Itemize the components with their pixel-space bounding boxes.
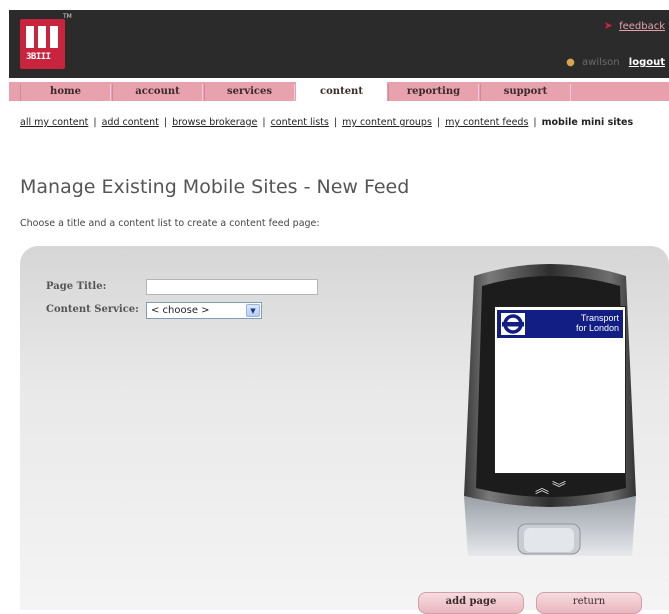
page-title-input[interactable] <box>146 279 318 295</box>
arrow-right-icon: ➤ <box>603 19 613 32</box>
tfl-banner: Transport for London <box>497 310 623 338</box>
subnav-separator: | <box>93 117 97 128</box>
content-service-label: Content Service: <box>46 304 139 315</box>
feed-form-panel: Page Title: Content Service: < choose > … <box>20 246 669 610</box>
chevron-up-icon: ︽ <box>535 481 552 497</box>
header-bar: TM 3BIII ➤ feedback ● awilson logout <box>9 10 669 78</box>
subnav-my-content-feeds[interactable]: my content feeds <box>445 117 528 128</box>
subnav-browse-brokerage[interactable]: browse brokerage <box>172 117 257 128</box>
user-info: ● awilson logout <box>566 57 665 68</box>
tfl-brand-line1: Transport <box>580 313 619 323</box>
subnav-all-my-content[interactable]: all my content <box>20 117 88 128</box>
phone-nav-arrows: ︽︾ <box>532 478 572 497</box>
tab-home[interactable]: home <box>20 84 111 101</box>
main-tab-bar: home account services content reporting … <box>9 82 669 101</box>
subnav-my-content-groups[interactable]: my content groups <box>342 117 432 128</box>
logo-bar <box>38 26 46 48</box>
feedback-link-group: ➤ feedback <box>604 19 665 32</box>
feedback-link[interactable]: feedback <box>619 21 665 32</box>
tfl-brand-text: Transport for London <box>529 313 619 333</box>
tfl-brand-line2: for London <box>575 323 619 333</box>
page-title-label: Page Title: <box>46 281 107 292</box>
tab-reporting[interactable]: reporting <box>388 84 479 101</box>
chevron-down-icon[interactable]: ▼ <box>246 304 260 317</box>
subnav-separator: | <box>163 117 168 128</box>
logo-bar <box>26 26 34 48</box>
chevron-down-icon: ︾ <box>552 481 569 497</box>
subnav-mobile-mini-sites: mobile mini sites <box>541 117 634 128</box>
subnav-add-content[interactable]: add content <box>102 117 159 128</box>
phone-preview: Transport for London ︽︾ <box>440 256 640 556</box>
logo-trademark: TM <box>63 13 72 20</box>
logout-link[interactable]: logout <box>629 57 665 68</box>
logo-wordmark: 3BIII <box>26 52 51 62</box>
subnav-separator: | <box>533 117 537 128</box>
content-subnav: all my content | add content | browse broker… <box>20 116 660 129</box>
subnav-content-lists[interactable]: content lists <box>271 117 329 128</box>
return-button[interactable]: return <box>536 592 642 614</box>
username: awilson <box>582 57 620 68</box>
subnav-separator: | <box>436 117 441 128</box>
logo-bar <box>50 26 58 48</box>
subnav-separator: | <box>333 117 338 128</box>
content-service-select[interactable]: < choose > ▼ <box>146 302 262 319</box>
user-icon: ● <box>566 57 575 68</box>
tab-content[interactable]: content <box>296 82 387 101</box>
logo[interactable]: TM 3BIII <box>20 13 72 69</box>
page-title: Manage Existing Mobile Sites - New Feed <box>20 176 410 198</box>
tab-account[interactable]: account <box>112 84 203 101</box>
tab-support[interactable]: support <box>480 84 571 101</box>
logo-bars <box>26 26 59 48</box>
tab-services[interactable]: services <box>204 84 295 101</box>
page-instructions: Choose a title and a content list to cre… <box>20 218 320 229</box>
tfl-roundel-icon <box>501 313 525 335</box>
phone-screen: Transport for London <box>494 306 626 474</box>
add-page-button[interactable]: add page <box>418 592 524 614</box>
content-service-value: < choose > <box>151 305 210 316</box>
subnav-separator: | <box>262 117 266 128</box>
